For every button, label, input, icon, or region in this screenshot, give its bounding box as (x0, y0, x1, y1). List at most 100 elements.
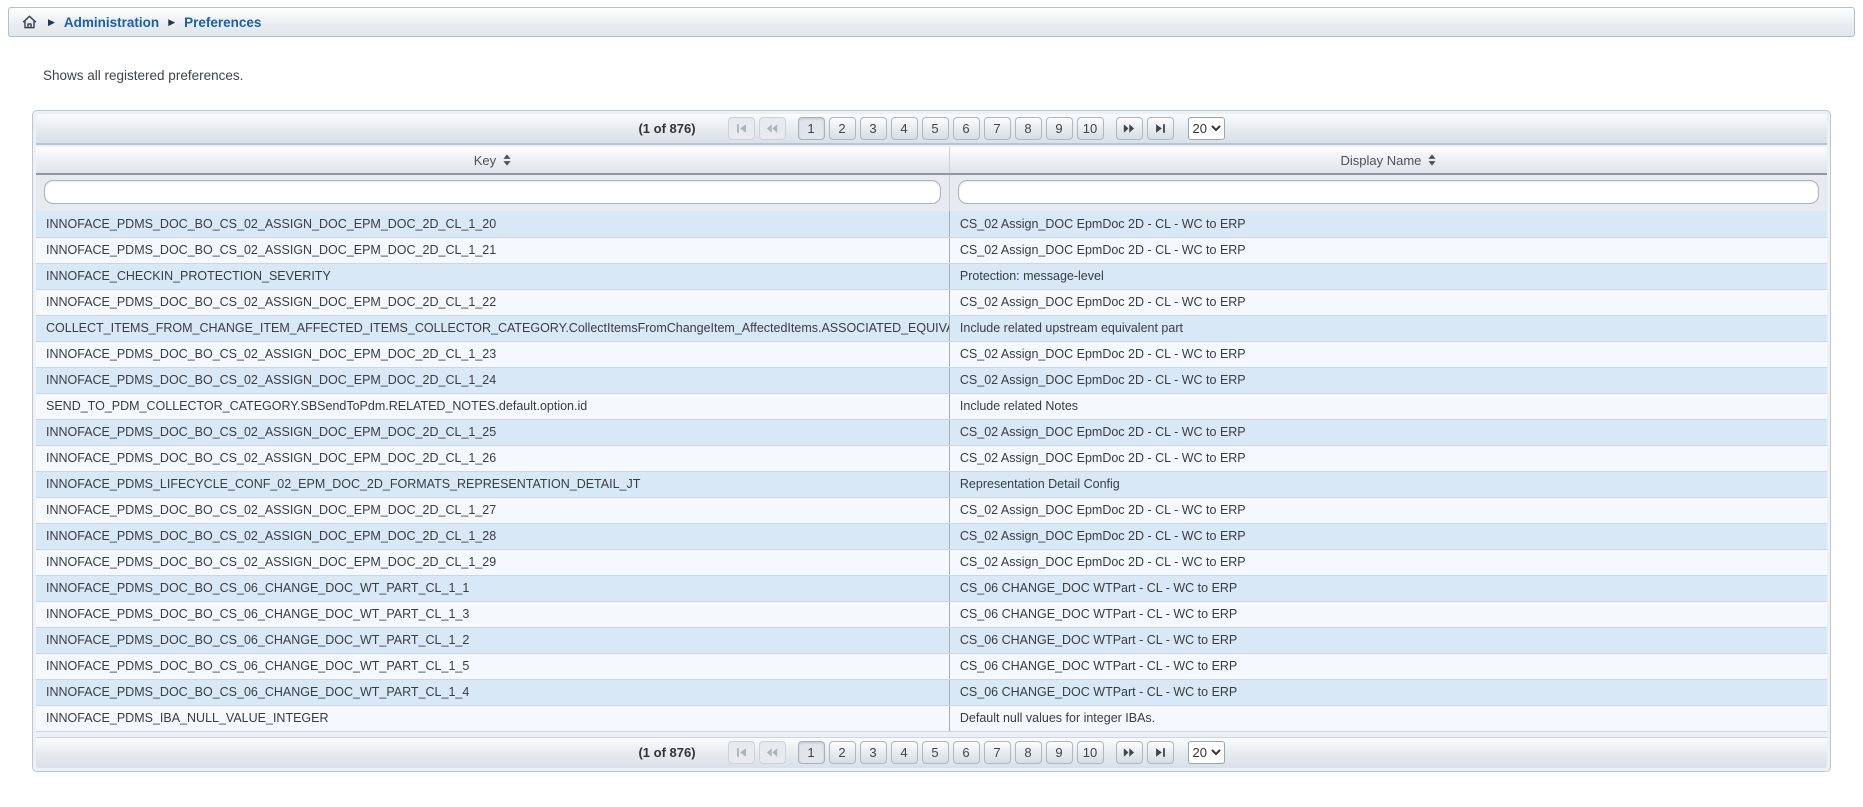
key-cell: INNOFACE_PDMS_DOC_BO_CS_02_ASSIGN_DOC_EP… (36, 289, 949, 315)
page-5-button[interactable]: 5 (922, 741, 949, 764)
page-7-button[interactable]: 7 (984, 117, 1011, 140)
fast-rewind-icon (766, 747, 778, 758)
first-page-button[interactable] (728, 741, 755, 764)
display-name-cell: CS_02 Assign_DOC EpmDoc 2D - CL - WC to … (949, 523, 1827, 549)
page-8-button[interactable]: 8 (1015, 117, 1042, 140)
table-row[interactable]: INNOFACE_PDMS_DOC_BO_CS_02_ASSIGN_DOC_EP… (36, 497, 1827, 523)
page-5-button[interactable]: 5 (922, 117, 949, 140)
page-6-button[interactable]: 6 (953, 741, 980, 764)
display-name-filter-cell (949, 174, 1827, 211)
home-icon[interactable] (21, 14, 38, 30)
table-row[interactable]: INNOFACE_PDMS_DOC_BO_CS_02_ASSIGN_DOC_EP… (36, 367, 1827, 393)
breadcrumb-link-administration[interactable]: Administration (64, 15, 159, 30)
page-9-button[interactable]: 9 (1046, 117, 1073, 140)
rows-per-page-select[interactable]: 20 (1188, 117, 1225, 140)
next-page-button[interactable] (1116, 117, 1143, 140)
page-1-button[interactable]: 1 (798, 741, 825, 764)
display-name-cell: CS_06 CHANGE_DOC WTPart - CL - WC to ERP (949, 601, 1827, 627)
breadcrumb: ▶ Administration ▶ Preferences (8, 7, 1855, 37)
rows-per-page-select[interactable]: 20 (1188, 741, 1225, 764)
page-description: Shows all registered preferences. (43, 68, 1863, 83)
previous-page-button[interactable] (759, 741, 786, 764)
column-header-display-name[interactable]: Display Name (949, 147, 1827, 174)
sort-icon (503, 154, 511, 166)
first-page-button[interactable] (728, 117, 755, 140)
breadcrumb-link-preferences[interactable]: Preferences (184, 15, 261, 30)
key-cell: SEND_TO_PDM_COLLECTOR_CATEGORY.SBSendToP… (36, 393, 949, 419)
display-name-cell: CS_02 Assign_DOC EpmDoc 2D - CL - WC to … (949, 549, 1827, 575)
breadcrumb-separator-icon: ▶ (168, 18, 175, 27)
breadcrumb-separator-icon: ▶ (48, 18, 55, 27)
table-row[interactable]: INNOFACE_PDMS_DOC_BO_CS_02_ASSIGN_DOC_EP… (36, 341, 1827, 367)
table-row[interactable]: COLLECT_ITEMS_FROM_CHANGE_ITEM_AFFECTED_… (36, 315, 1827, 341)
key-cell: INNOFACE_PDMS_DOC_BO_CS_02_ASSIGN_DOC_EP… (36, 237, 949, 263)
column-header-key[interactable]: Key (36, 147, 949, 174)
table-row[interactable]: INNOFACE_PDMS_DOC_BO_CS_02_ASSIGN_DOC_EP… (36, 211, 1827, 237)
seek-last-icon (1155, 747, 1166, 758)
page-links: 12345678910 (796, 741, 1106, 764)
page-3-button[interactable]: 3 (860, 117, 887, 140)
page-4-button[interactable]: 4 (891, 117, 918, 140)
key-cell: INNOFACE_CHECKIN_PROTECTION_SEVERITY (36, 263, 949, 289)
page-2-button[interactable]: 2 (829, 117, 856, 140)
display-name-cell: CS_06 CHANGE_DOC WTPart - CL - WC to ERP (949, 575, 1827, 601)
key-cell: INNOFACE_PDMS_DOC_BO_CS_06_CHANGE_DOC_WT… (36, 575, 949, 601)
page-7-button[interactable]: 7 (984, 741, 1011, 764)
display-name-cell: Include related upstream equivalent part (949, 315, 1827, 341)
page-9-button[interactable]: 9 (1046, 741, 1073, 764)
key-cell: INNOFACE_PDMS_DOC_BO_CS_02_ASSIGN_DOC_EP… (36, 497, 949, 523)
bottom-paginator: (1 of 876)1234567891020 (36, 737, 1827, 768)
key-cell: INNOFACE_PDMS_DOC_BO_CS_02_ASSIGN_DOC_EP… (36, 211, 949, 237)
display-name-cell: CS_02 Assign_DOC EpmDoc 2D - CL - WC to … (949, 211, 1827, 237)
last-page-button[interactable] (1147, 117, 1174, 140)
page-10-button[interactable]: 10 (1077, 117, 1104, 140)
key-filter-input[interactable] (44, 180, 941, 204)
page-links: 12345678910 (796, 117, 1106, 140)
table-row[interactable]: INNOFACE_PDMS_DOC_BO_CS_02_ASSIGN_DOC_EP… (36, 289, 1827, 315)
display-name-filter-input[interactable] (958, 180, 1819, 204)
table-row[interactable]: INNOFACE_PDMS_DOC_BO_CS_06_CHANGE_DOC_WT… (36, 627, 1827, 653)
table-row[interactable]: INNOFACE_CHECKIN_PROTECTION_SEVERITYProt… (36, 263, 1827, 289)
key-cell: INNOFACE_PDMS_DOC_BO_CS_06_CHANGE_DOC_WT… (36, 653, 949, 679)
table-row[interactable]: INNOFACE_PDMS_DOC_BO_CS_02_ASSIGN_DOC_EP… (36, 419, 1827, 445)
key-cell: INNOFACE_PDMS_DOC_BO_CS_06_CHANGE_DOC_WT… (36, 679, 949, 705)
table-row[interactable]: INNOFACE_PDMS_DOC_BO_CS_06_CHANGE_DOC_WT… (36, 679, 1827, 705)
page-2-button[interactable]: 2 (829, 741, 856, 764)
preferences-panel: (1 of 876)1234567891020 Key Display Name (32, 110, 1831, 772)
display-name-cell: CS_02 Assign_DOC EpmDoc 2D - CL - WC to … (949, 419, 1827, 445)
page-8-button[interactable]: 8 (1015, 741, 1042, 764)
key-cell: COLLECT_ITEMS_FROM_CHANGE_ITEM_AFFECTED_… (36, 315, 949, 341)
table-row[interactable]: INNOFACE_PDMS_DOC_BO_CS_06_CHANGE_DOC_WT… (36, 653, 1827, 679)
table-row[interactable]: INNOFACE_PDMS_DOC_BO_CS_02_ASSIGN_DOC_EP… (36, 523, 1827, 549)
display-name-cell: CS_02 Assign_DOC EpmDoc 2D - CL - WC to … (949, 289, 1827, 315)
table-row[interactable]: INNOFACE_PDMS_DOC_BO_CS_02_ASSIGN_DOC_EP… (36, 445, 1827, 471)
seek-last-icon (1155, 123, 1166, 134)
display-name-cell: Protection: message-level (949, 263, 1827, 289)
table-row[interactable]: INNOFACE_PDMS_DOC_BO_CS_02_ASSIGN_DOC_EP… (36, 549, 1827, 575)
page-6-button[interactable]: 6 (953, 117, 980, 140)
page-4-button[interactable]: 4 (891, 741, 918, 764)
page-status: (1 of 876) (638, 121, 695, 136)
display-name-cell: CS_02 Assign_DOC EpmDoc 2D - CL - WC to … (949, 367, 1827, 393)
display-name-cell: CS_06 CHANGE_DOC WTPart - CL - WC to ERP (949, 679, 1827, 705)
next-page-button[interactable] (1116, 741, 1143, 764)
key-filter-cell (36, 174, 949, 211)
page-3-button[interactable]: 3 (860, 741, 887, 764)
preferences-table-body: INNOFACE_PDMS_DOC_BO_CS_02_ASSIGN_DOC_EP… (36, 211, 1827, 731)
table-row[interactable]: INNOFACE_PDMS_DOC_BO_CS_06_CHANGE_DOC_WT… (36, 601, 1827, 627)
table-row[interactable]: INNOFACE_PDMS_DOC_BO_CS_06_CHANGE_DOC_WT… (36, 575, 1827, 601)
last-page-button[interactable] (1147, 741, 1174, 764)
page-1-button[interactable]: 1 (798, 117, 825, 140)
table-row[interactable]: INNOFACE_PDMS_DOC_BO_CS_02_ASSIGN_DOC_EP… (36, 237, 1827, 263)
seek-first-icon (736, 123, 747, 134)
table-row[interactable]: INNOFACE_PDMS_LIFECYCLE_CONF_02_EPM_DOC_… (36, 471, 1827, 497)
fast-forward-icon (1123, 123, 1135, 134)
top-paginator: (1 of 876) 12345678910 20 (36, 114, 1827, 145)
table-row[interactable]: SEND_TO_PDM_COLLECTOR_CATEGORY.SBSendToP… (36, 393, 1827, 419)
table-row[interactable]: INNOFACE_PDMS_IBA_NULL_VALUE_INTEGERDefa… (36, 705, 1827, 731)
key-cell: INNOFACE_PDMS_DOC_BO_CS_02_ASSIGN_DOC_EP… (36, 445, 949, 471)
fast-forward-icon (1123, 747, 1135, 758)
page-10-button[interactable]: 10 (1077, 741, 1104, 764)
previous-page-button[interactable] (759, 117, 786, 140)
key-cell: INNOFACE_PDMS_DOC_BO_CS_02_ASSIGN_DOC_EP… (36, 341, 949, 367)
